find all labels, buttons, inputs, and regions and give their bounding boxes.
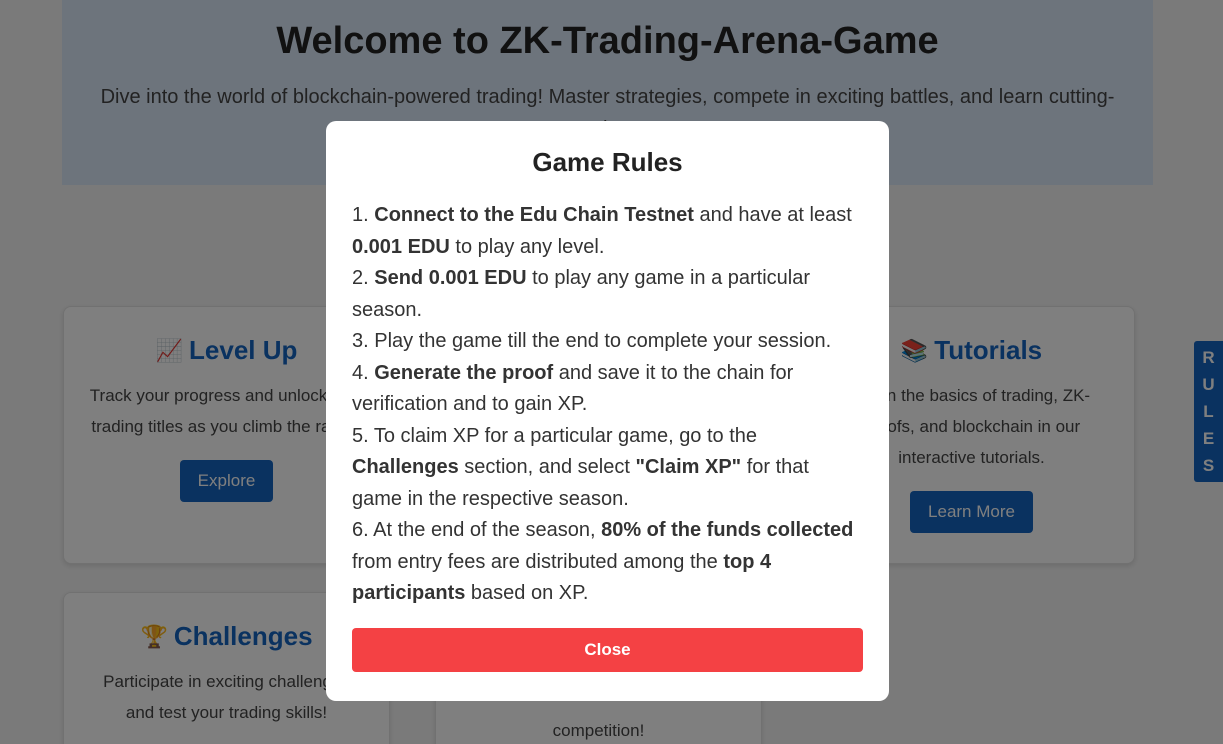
game-rules-modal: Game Rules 1. Connect to the Edu Chain T… [326, 121, 889, 701]
rule-item: 3. Play the game till the end to complet… [352, 330, 832, 352]
rule-item: 1. Connect to the Edu Chain Testnet and … [352, 204, 852, 258]
modal-title: Game Rules [532, 147, 683, 177]
rule-item: 6. At the end of the season, 80% of the … [352, 519, 854, 604]
rule-item: 5. To claim XP for a particular game, go… [352, 424, 809, 510]
rule-item: 2. Send 0.001 EDU to play any game in a … [352, 267, 811, 321]
rules-list: 1. Connect to the Edu Chain Testnet and … [352, 200, 863, 610]
rule-item: 4. Generate the proof and save it to the… [352, 361, 794, 416]
close-button[interactable]: Close [352, 627, 863, 672]
